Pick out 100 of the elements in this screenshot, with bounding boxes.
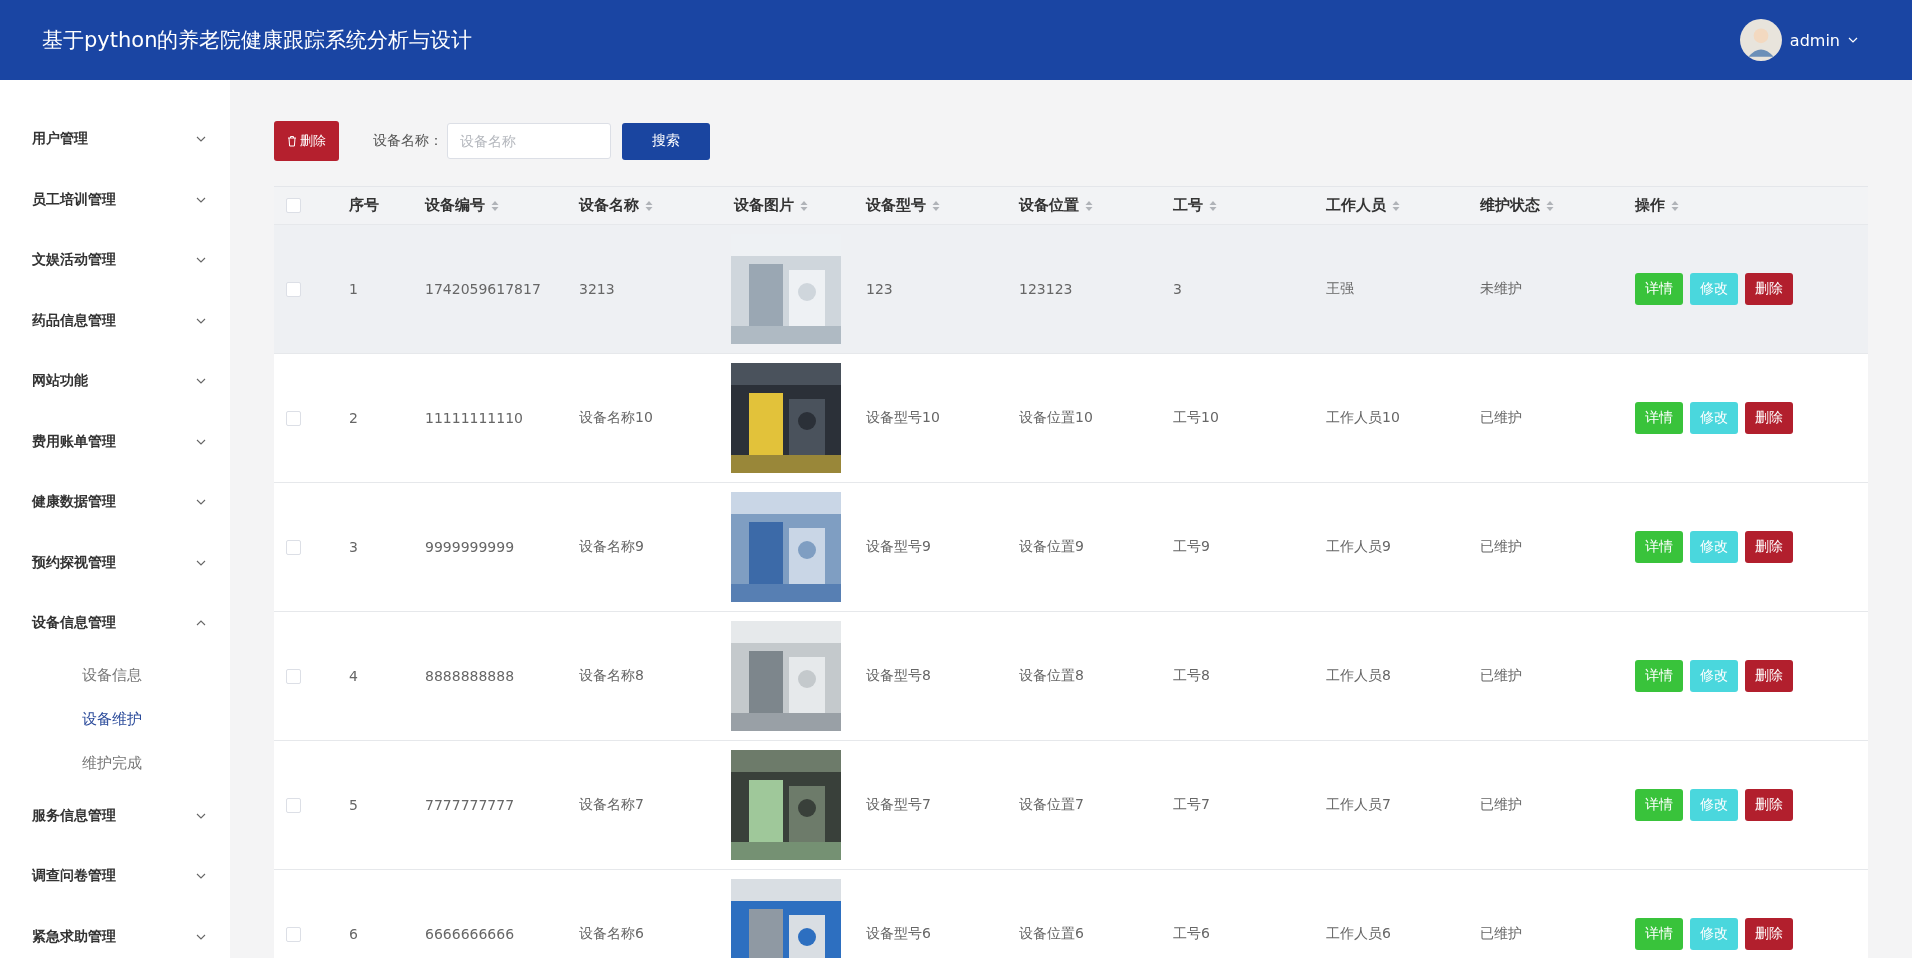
table-cell: 已维护 <box>1480 667 1522 685</box>
chevron-icon[interactable] <box>196 873 206 880</box>
sort-icon[interactable] <box>1085 199 1093 212</box>
menu-item[interactable]: 健康数据管理 <box>0 472 230 533</box>
user-name[interactable]: admin <box>1789 30 1840 50</box>
sort-icon[interactable] <box>1209 199 1217 212</box>
table-cell: 设备型号6 <box>866 925 931 943</box>
table-cell: 8888888888 <box>425 668 515 684</box>
sort-icon[interactable] <box>491 199 499 212</box>
app-title: 基于python的养老院健康跟踪系统分析与设计 <box>42 27 473 54</box>
submenu-item[interactable]: 设备维护 <box>0 697 230 742</box>
chevron-icon[interactable] <box>196 620 206 627</box>
delete-button[interactable]: 删除 <box>1745 918 1793 950</box>
chevron-icon[interactable] <box>196 317 206 324</box>
column-header[interactable]: 设备编号 <box>425 196 485 215</box>
table-cell: 设备位置10 <box>1019 409 1093 427</box>
table-cell: 5 <box>349 797 358 813</box>
chevron-icon[interactable] <box>196 257 206 264</box>
table-cell: 11111111110 <box>425 410 523 426</box>
chevron-icon[interactable] <box>196 559 206 566</box>
search-field[interactable]: 设备名称 <box>447 123 611 159</box>
menu-item[interactable]: 文娱活动管理 <box>0 230 230 291</box>
sort-icon[interactable] <box>800 199 808 212</box>
table-cell: 设备型号7 <box>866 796 931 814</box>
row-checkbox[interactable] <box>286 668 301 684</box>
table-cell: 工号10 <box>1173 409 1219 427</box>
table-row[interactable]: 4 8888888888 设备名称8 设备型号8 设备位置8 工号8 工作人员8 已维护 详情 修改 删除 <box>274 612 1868 741</box>
column-header[interactable]: 序号 <box>349 196 379 215</box>
delete-button[interactable]: 删除 <box>1745 789 1793 821</box>
table-cell: 设备型号8 <box>866 667 931 685</box>
caret-icon[interactable] <box>1848 37 1858 43</box>
row-checkbox[interactable] <box>286 539 301 555</box>
menu-item[interactable]: 预约探视管理 <box>0 532 230 593</box>
delete-button[interactable]: 删除 <box>274 121 339 161</box>
table-cell: 已维护 <box>1480 409 1522 427</box>
table-row[interactable]: 3 9999999999 设备名称9 设备型号9 设备位置9 工号9 工作人员9 已维护 详情 修改 删除 <box>274 483 1868 612</box>
sort-icon[interactable] <box>932 199 940 212</box>
table-cell: 设备位置7 <box>1019 796 1084 814</box>
table-cell: 工作人员8 <box>1326 667 1391 685</box>
menu-item[interactable]: 调查问卷管理 <box>0 846 230 907</box>
sort-icon[interactable] <box>645 199 653 212</box>
menu-item[interactable]: 员工培训管理 <box>0 169 230 230</box>
table-cell: 1 <box>349 281 358 297</box>
row-checkbox[interactable] <box>286 281 301 297</box>
table-row[interactable]: 2 11111111110 设备名称10 设备型号10 设备位置10 工号10 工作人员10 已维护 详情 修改 删除 <box>274 354 1868 483</box>
menu-item[interactable]: 网站功能 <box>0 351 230 412</box>
delete-button[interactable]: 删除 <box>1745 660 1793 692</box>
select-all-checkbox[interactable] <box>286 198 301 213</box>
menu-item[interactable]: 设备信息管理 <box>0 593 230 654</box>
menu-item[interactable]: 费用账单管理 <box>0 411 230 472</box>
column-header[interactable]: 工作人员 <box>1326 196 1386 215</box>
menu-item[interactable]: 用户管理 <box>0 109 230 170</box>
chevron-icon[interactable] <box>196 438 206 445</box>
table-cell: 工号8 <box>1173 667 1210 685</box>
table-row[interactable]: 5 7777777777 设备名称7 设备型号7 设备位置7 工号7 工作人员7 已维护 详情 修改 删除 <box>274 741 1868 870</box>
table-cell: 已维护 <box>1480 925 1522 943</box>
column-header[interactable]: 设备名称 <box>579 196 639 215</box>
sort-icon[interactable] <box>1546 199 1554 212</box>
table-cell: 设备名称6 <box>579 925 644 943</box>
column-header[interactable]: 设备位置 <box>1019 196 1079 215</box>
column-header[interactable]: 操作 <box>1635 196 1665 215</box>
column-header[interactable]: 设备图片 <box>734 196 794 215</box>
chevron-icon[interactable] <box>196 933 206 940</box>
row-checkbox[interactable] <box>286 797 301 813</box>
chevron-icon[interactable] <box>196 378 206 385</box>
menu-item[interactable]: 服务信息管理 <box>0 785 230 846</box>
table-cell: 2 <box>349 410 358 426</box>
column-header[interactable]: 设备型号 <box>866 196 926 215</box>
chevron-icon[interactable] <box>196 196 206 203</box>
table-cell: 3 <box>349 539 358 555</box>
delete-button[interactable]: 删除 <box>1745 402 1793 434</box>
column-header[interactable]: 工号 <box>1173 196 1203 215</box>
chevron-icon[interactable] <box>196 136 206 143</box>
sort-icon[interactable] <box>1392 199 1400 212</box>
table-cell: 设备位置6 <box>1019 925 1084 943</box>
table-cell: 9999999999 <box>425 539 515 555</box>
submenu-item[interactable]: 设备信息 <box>0 653 230 698</box>
table-cell: 6666666666 <box>425 926 515 942</box>
table-cell: 设备名称9 <box>579 538 644 556</box>
table-cell: 6 <box>349 926 358 942</box>
avatar-icon[interactable] <box>1739 19 1782 61</box>
menu-item[interactable]: 紧急求助管理 <box>0 906 230 958</box>
row-checkbox[interactable] <box>286 410 301 426</box>
sort-icon[interactable] <box>1671 199 1679 212</box>
chevron-icon[interactable] <box>196 812 206 819</box>
column-header[interactable]: 维护状态 <box>1480 196 1540 215</box>
table-cell: 工作人员10 <box>1326 409 1400 427</box>
row-checkbox[interactable] <box>286 926 301 942</box>
table-row[interactable]: 1 1742059617817 3213 123 123123 3 王强 未维护 详情 修改 删除 <box>274 225 1868 354</box>
chevron-icon[interactable] <box>196 499 206 506</box>
delete-button[interactable]: 删除 <box>1745 531 1793 563</box>
submenu-item[interactable]: 维护完成 <box>0 741 230 786</box>
table-cell: 工号9 <box>1173 538 1210 556</box>
table-cell: 工号7 <box>1173 796 1210 814</box>
search-button[interactable]: 搜索 <box>622 122 710 160</box>
table-cell: 设备名称7 <box>579 796 644 814</box>
table-cell: 设备名称10 <box>579 409 653 427</box>
delete-button[interactable]: 删除 <box>1745 273 1793 305</box>
table-row[interactable]: 6 6666666666 设备名称6 设备型号6 设备位置6 工号6 工作人员6 已维护 详情 修改 删除 <box>274 870 1868 958</box>
menu-item[interactable]: 药品信息管理 <box>0 290 230 351</box>
